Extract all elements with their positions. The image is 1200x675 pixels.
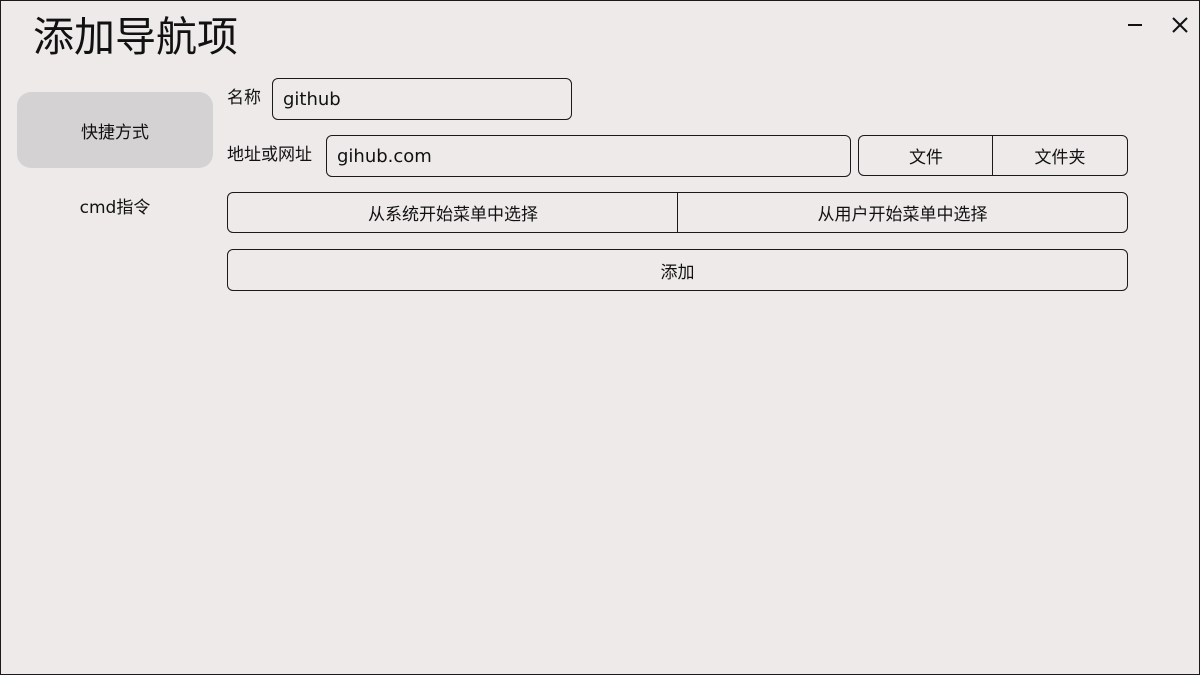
sidebar-item-shortcut[interactable]: 快捷方式 [17,92,213,168]
file-button[interactable]: 文件 [858,135,994,176]
system-start-menu-label: 从系统开始菜单中选择 [368,205,538,225]
folder-button[interactable]: 文件夹 [992,135,1128,176]
add-button-label: 添加 [660,262,695,283]
name-input-value: github [283,88,341,110]
user-start-menu-label: 从用户开始菜单中选择 [817,205,988,225]
system-start-menu-button[interactable]: 从系统开始菜单中选择 [227,192,679,233]
minimize-button[interactable] [1117,9,1153,41]
app-window: 添加导航项 快捷方式 cmd指令 名称 github 地址或网址 gihub.c… [0,0,1200,675]
address-label: 地址或网址 [227,145,312,165]
sidebar-item-label: 快捷方式 [81,122,149,143]
sidebar-item-cmd[interactable]: cmd指令 [17,167,213,243]
address-input[interactable]: gihub.com [326,135,851,177]
name-input[interactable]: github [272,78,572,120]
user-start-menu-button[interactable]: 从用户开始菜单中选择 [677,192,1128,233]
name-label: 名称 [227,88,261,108]
sidebar-item-label: cmd指令 [79,197,151,218]
file-button-label: 文件 [909,148,943,168]
close-button[interactable] [1162,9,1198,41]
folder-button-label: 文件夹 [1034,148,1086,168]
close-icon [1172,17,1188,33]
add-button[interactable]: 添加 [227,249,1128,291]
window-title: 添加导航项 [33,13,238,61]
minimize-icon [1128,24,1142,26]
address-input-value: gihub.com [337,145,432,167]
